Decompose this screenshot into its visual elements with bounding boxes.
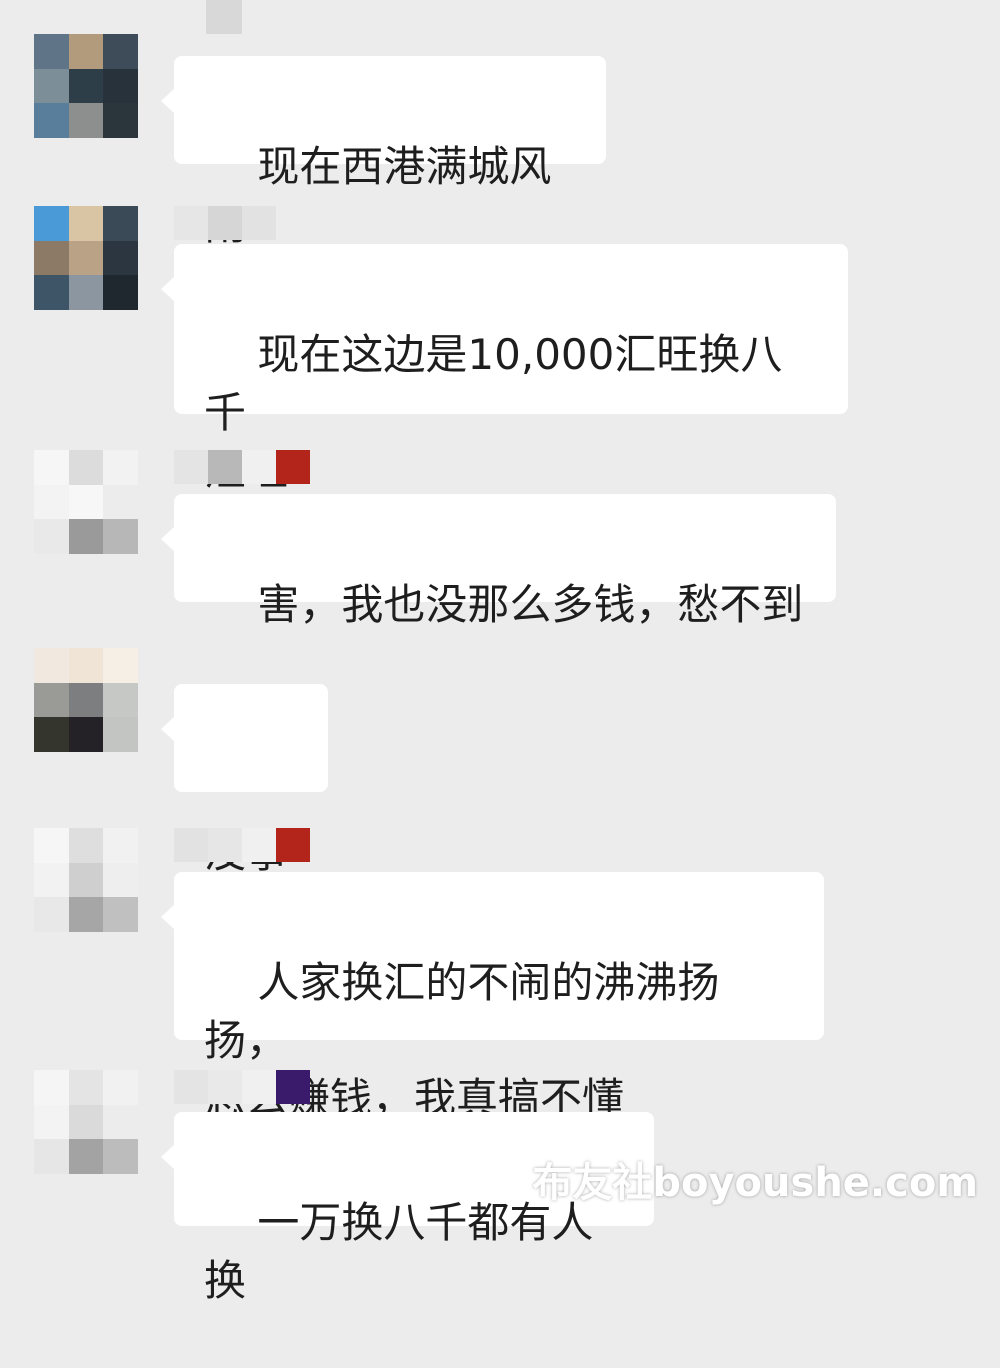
message-bubble-2[interactable]: 现在这边是10,000汇旺换八千 汇旺 <box>161 244 848 495</box>
nickname-3 <box>174 450 310 484</box>
avatar-2[interactable] <box>34 206 138 310</box>
message-bubble-4[interactable]: 没事 <box>161 684 328 877</box>
site-watermark: 布友社boyoushe.com <box>532 1160 978 1206</box>
message-text-6: 一万换八千都有人换 <box>204 1198 594 1305</box>
message-bubble-5[interactable]: 人家换汇的不闹的沸沸扬扬， 怎么赚钱，我真搞不懂 <box>161 872 824 1123</box>
avatar-3[interactable] <box>34 450 138 554</box>
message-bubble-1[interactable]: 现在西港满城风雨 <box>161 56 606 249</box>
nickname-5 <box>174 828 310 862</box>
avatar-5[interactable] <box>34 828 138 932</box>
nickname-6 <box>174 1070 310 1104</box>
avatar-4[interactable] <box>34 648 138 752</box>
nickname-2 <box>174 206 276 240</box>
message-bubble-3[interactable]: 害，我也没那么多钱，愁不到 <box>161 494 836 629</box>
top-nickname-blur <box>206 0 242 34</box>
avatar-1[interactable] <box>34 34 138 138</box>
avatar-6[interactable] <box>34 1070 138 1174</box>
message-text-3: 害，我也没那么多钱，愁不到 <box>257 580 804 629</box>
